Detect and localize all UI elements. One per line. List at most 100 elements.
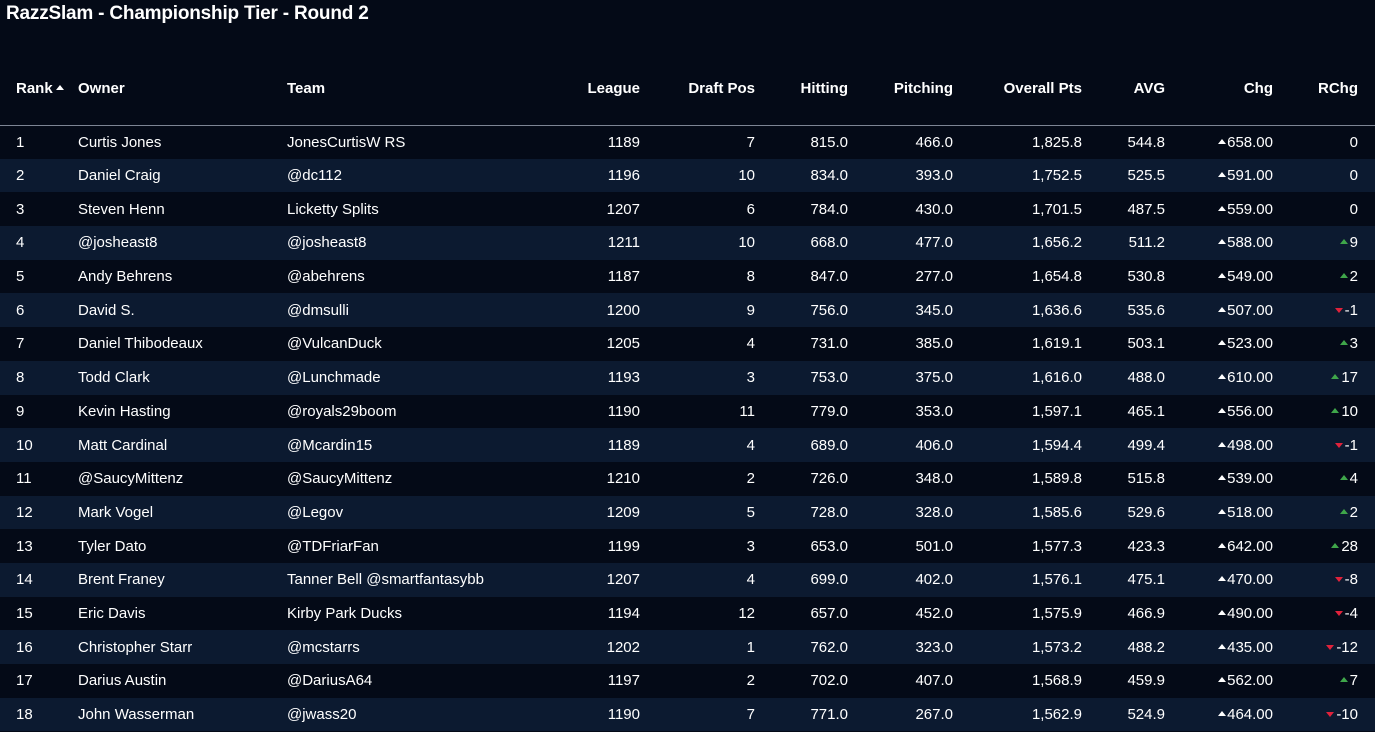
- cell-rank: 18: [16, 706, 33, 724]
- column-header-rank[interactable]: Rank: [0, 53, 78, 125]
- cell-avg: 466.9: [1127, 604, 1165, 622]
- cell-league: 1187: [607, 268, 640, 286]
- cell-league: 1196: [607, 167, 640, 185]
- cell-team: @Lunchmade: [287, 369, 381, 387]
- cell-rchg: 9: [1273, 226, 1375, 260]
- cell-avg: 511.2: [1128, 234, 1165, 252]
- table-row[interactable]: 15 Eric Davis Kirby Park Ducks 1194 12 657.0 4…: [0, 596, 1375, 631]
- triangle-up-icon: [1218, 172, 1227, 178]
- cell-team: @SaucyMittenz: [287, 470, 393, 488]
- cell-rchg: 2: [1273, 260, 1375, 294]
- table-row[interactable]: 14 Brent Franey Tanner Bell @smartfantasyb…: [0, 562, 1375, 597]
- column-header-team[interactable]: Team: [287, 53, 540, 125]
- triangle-up-icon: [1218, 138, 1227, 144]
- cell-team: @DariusA64: [287, 672, 373, 690]
- cell-chg: 518.00: [1165, 496, 1273, 530]
- cell-rchg: -10: [1273, 698, 1375, 732]
- cell-rank: 8: [16, 369, 25, 387]
- cell-rchg: 0: [1273, 159, 1375, 193]
- cell-hitting: 653.0: [810, 537, 848, 555]
- cell-chg: 549.00: [1165, 260, 1273, 294]
- cell-league: 1207: [606, 571, 640, 589]
- table-row[interactable]: 8 Todd Clark @Lunchmade 1193 3 753.0 375.0 1,61…: [0, 360, 1375, 395]
- cell-pitching: 267.0: [915, 706, 953, 724]
- cell-hitting: 762.0: [810, 638, 848, 656]
- cell-pitching: 406.0: [915, 436, 953, 454]
- rank-down-arrow-icon: [1334, 610, 1343, 616]
- cell-league: 1190: [607, 402, 640, 420]
- column-header-chg[interactable]: Chg: [1165, 53, 1273, 125]
- table-row[interactable]: 4 @josheast8 @josheast8 1211 10 668.0 477.0 1,6…: [0, 226, 1375, 260]
- cell-pitching: 345.0: [915, 301, 953, 319]
- cell-owner: Daniel Craig: [78, 167, 161, 185]
- cell-overall-pts: 1,752.5: [1031, 167, 1082, 185]
- column-header-avg[interactable]: AVG: [1082, 53, 1165, 125]
- cell-avg: 503.1: [1127, 335, 1165, 353]
- cell-avg: 515.8: [1127, 470, 1165, 488]
- cell-rchg: 2: [1273, 496, 1375, 530]
- cell-rchg: 28: [1273, 529, 1375, 563]
- cell-rchg: 3: [1273, 327, 1375, 361]
- cell-rchg: -4: [1273, 597, 1375, 631]
- table-row[interactable]: 10 Matt Cardinal @Mcardin15 1189 4 689.0 406.0…: [0, 428, 1375, 462]
- cell-overall-pts: 1,562.9: [1031, 706, 1082, 724]
- table-row[interactable]: 2 Daniel Craig @dc112 1196 10 834.0 393.0 1,752…: [0, 158, 1375, 193]
- rchg-value: -12: [1336, 638, 1358, 656]
- rank-up-arrow-icon: [1331, 407, 1340, 413]
- cell-hitting: 689.0: [810, 436, 848, 454]
- table-row[interactable]: 12 Mark Vogel @Legov 1209 5 728.0 328.0 1,585.6…: [0, 495, 1375, 530]
- cell-overall-pts: 1,825.8: [1031, 133, 1082, 151]
- chg-value: 470.00: [1227, 571, 1273, 589]
- cell-rchg: 4: [1273, 462, 1375, 496]
- rchg-value: 4: [1349, 470, 1358, 488]
- table-row[interactable]: 9 Kevin Hasting @royals29boom 1190 11 779.0 35…: [0, 394, 1375, 429]
- cell-owner: Christopher Starr: [78, 638, 193, 656]
- cell-rank: 12: [16, 503, 33, 521]
- column-header-overall-pts[interactable]: Overall Pts: [953, 53, 1082, 125]
- table-row[interactable]: 1 Curtis Jones JonesCurtisW RS 1189 7 815.0 46…: [0, 125, 1375, 159]
- cell-rank: 16: [16, 638, 33, 656]
- cell-team: @royals29boom: [287, 402, 397, 420]
- table-row[interactable]: 18 John Wasserman @jwass20 1190 7 771.0 267.0 1…: [0, 697, 1375, 732]
- cell-overall-pts: 1,619.1: [1031, 335, 1082, 353]
- rchg-value: 2: [1349, 503, 1358, 521]
- column-header-owner[interactable]: Owner: [78, 53, 287, 125]
- cell-owner: Brent Franey: [78, 571, 165, 589]
- cell-team: @VulcanDuck: [287, 335, 382, 353]
- column-header-rchg[interactable]: RChg: [1273, 53, 1375, 125]
- table-row[interactable]: 6 David S. @dmsulli 1200 9 756.0 345.0 1,636.6 5…: [0, 293, 1375, 328]
- cell-rank: 9: [16, 402, 25, 420]
- cell-draft-pos: 5: [746, 503, 755, 521]
- chg-value: 498.00: [1227, 436, 1273, 454]
- cell-pitching: 430.0: [915, 200, 953, 218]
- cell-rchg: 17: [1273, 361, 1375, 395]
- cell-pitching: 353.0: [915, 402, 953, 420]
- cell-draft-pos: 8: [746, 268, 755, 286]
- table-row[interactable]: 16 Christopher Starr @mcstarrs 1202 1 762.0 32…: [0, 630, 1375, 664]
- cell-chg: 562.00: [1165, 664, 1273, 698]
- rchg-value: -1: [1344, 301, 1358, 319]
- column-header-hitting[interactable]: Hitting: [755, 53, 848, 125]
- cell-overall-pts: 1,636.6: [1031, 301, 1082, 319]
- cell-rank: 14: [16, 571, 33, 589]
- cell-pitching: 402.0: [915, 571, 953, 589]
- chg-value: 642.00: [1227, 537, 1273, 555]
- cell-pitching: 328.0: [915, 503, 953, 521]
- table-row[interactable]: 17 Darius Austin @DariusA64 1197 2 702.0 407.0…: [0, 664, 1375, 698]
- table-row[interactable]: 7 Daniel Thibodeaux @VulcanDuck 1205 4 731.0 3…: [0, 327, 1375, 361]
- table-row[interactable]: 11 @SaucyMittenz @SaucyMittenz 1210 2 726.0 34…: [0, 461, 1375, 496]
- table-row[interactable]: 13 Tyler Dato @TDFriarFan 1199 3 653.0 501.0 1,…: [0, 529, 1375, 563]
- cell-draft-pos: 1: [746, 638, 755, 656]
- column-header-pitching[interactable]: Pitching: [848, 53, 953, 125]
- table-row[interactable]: 3 Steven Henn Licketty Splits 1207 6 784.0 430…: [0, 192, 1375, 227]
- column-header-league[interactable]: League: [540, 53, 640, 125]
- triangle-up-icon: [1218, 273, 1227, 279]
- cell-chg: 470.00: [1165, 563, 1273, 597]
- cell-hitting: 668.0: [810, 234, 848, 252]
- cell-avg: 465.1: [1127, 402, 1165, 420]
- column-header-draft-pos[interactable]: Draft Pos: [640, 53, 755, 125]
- table-row[interactable]: 5 Andy Behrens @abehrens 1187 8 847.0 277.0 1,6…: [0, 259, 1375, 294]
- cell-pitching: 375.0: [915, 369, 953, 387]
- cell-hitting: 728.0: [810, 503, 848, 521]
- rank-up-arrow-icon: [1339, 475, 1348, 481]
